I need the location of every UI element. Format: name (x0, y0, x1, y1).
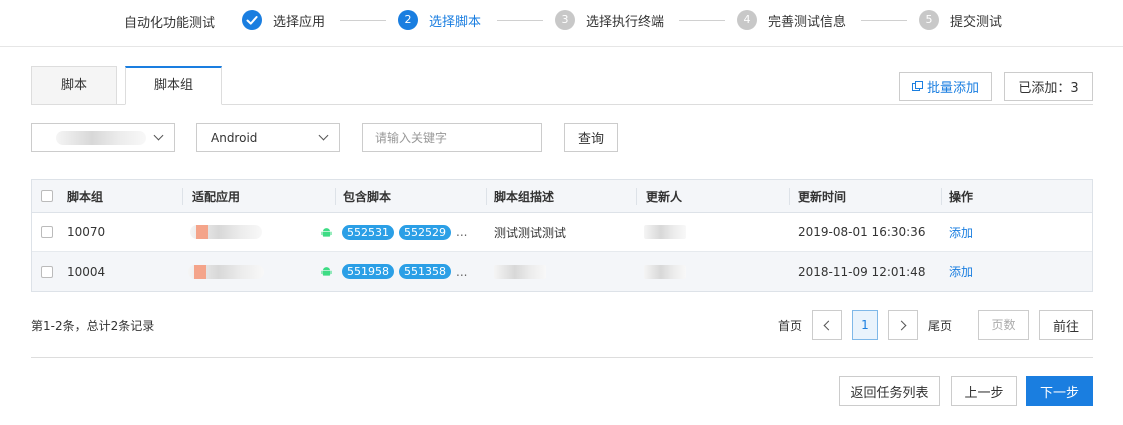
col-divider (486, 188, 487, 205)
chevron-right-icon (896, 320, 907, 330)
script-tag[interactable]: 552529 (399, 224, 451, 240)
keyword-input[interactable] (362, 123, 542, 152)
script-tag[interactable]: 551358 (399, 264, 451, 279)
platform-select[interactable]: Android (196, 123, 340, 152)
platform-select-value: Android (211, 130, 258, 145)
first-page-link[interactable]: 首页 (778, 317, 802, 334)
step-progress-bar: 自动化功能测试 选择应用 2 选择脚本 3 选择执行终端 4 完善测试信息 5 … (0, 0, 1123, 47)
script-group-table: 脚本组 适配应用 包含脚本 脚本组描述 更新人 更新时间 操作 10070 55… (31, 179, 1093, 292)
last-page-link[interactable]: 尾页 (928, 317, 952, 334)
table-header: 脚本组 适配应用 包含脚本 脚本组描述 更新人 更新时间 操作 (32, 180, 1092, 213)
tab-script[interactable]: 脚本 (31, 66, 117, 105)
back-to-task-list-button[interactable]: 返回任务列表 (839, 376, 940, 406)
blurred-updater (644, 264, 686, 279)
step-label: 选择执行终端 (586, 14, 665, 30)
step-label: 提交测试 (950, 14, 1003, 30)
row-checkbox[interactable] (41, 265, 53, 278)
blurred-app-name (56, 131, 146, 145)
cell-scripts: 552531 552529 ... (321, 213, 467, 251)
page-1-button[interactable]: 1 (852, 310, 878, 340)
step-number: 5 (919, 10, 939, 30)
step-number: 2 (398, 10, 418, 30)
step-complete-info: 4 完善测试信息 (737, 9, 846, 31)
table-row: 10004 551958 551358 ... 2018-11-09 12:01… (32, 252, 1092, 291)
chevron-down-icon (318, 130, 329, 141)
col-updater: 更新人 (646, 189, 683, 204)
batch-add-label: 批量添加 (926, 81, 979, 96)
step-label: 选择应用 (273, 14, 326, 30)
prev-step-button[interactable]: 上一步 (951, 376, 1017, 406)
step-connector (861, 20, 907, 21)
step-connector (497, 20, 543, 21)
next-page-button[interactable] (888, 310, 918, 340)
cell-group-id: 10004 (67, 264, 106, 279)
android-icon (321, 227, 332, 237)
step-connector (679, 20, 725, 21)
go-to-page-button[interactable]: 前往 (1039, 310, 1093, 340)
tab-script-group[interactable]: 脚本组 (125, 66, 222, 105)
cell-description: 测试测试测试 (494, 225, 567, 240)
next-step-button[interactable]: 下一步 (1026, 376, 1093, 406)
step-number: 4 (737, 10, 757, 30)
cell-update-time: 2019-08-01 16:30:36 (798, 225, 926, 239)
col-divider (636, 188, 637, 205)
copy-icon (911, 80, 923, 91)
col-app: 适配应用 (192, 189, 241, 204)
col-script-group: 脚本组 (67, 189, 104, 204)
col-scripts: 包含脚本 (343, 189, 392, 204)
more-scripts: ... (456, 225, 468, 239)
blurred-updater (644, 225, 686, 239)
add-link[interactable]: 添加 (949, 213, 973, 251)
cell-group-id: 10070 (67, 225, 106, 239)
script-tag[interactable]: 551958 (342, 264, 394, 279)
step-select-app: 选择应用 (242, 9, 325, 31)
step-submit: 5 提交测试 (919, 9, 1002, 31)
cell-scripts: 551958 551358 ... (321, 252, 467, 291)
select-all-checkbox[interactable] (41, 190, 53, 202)
blurred-description (494, 264, 546, 279)
page-number-input[interactable] (978, 310, 1029, 340)
page-title: 自动化功能测试 (124, 16, 216, 31)
table-row: 10070 552531 552529 ... 测试测试测试 2019-08-0… (32, 213, 1092, 252)
record-summary: 第1-2条，总计2条记录 (31, 319, 155, 333)
added-count-button[interactable]: 已添加：3 (1004, 72, 1093, 101)
col-description: 脚本组描述 (494, 189, 555, 204)
cell-update-time: 2018-11-09 12:01:48 (798, 264, 926, 279)
step-select-terminal: 3 选择执行终端 (555, 9, 664, 31)
prev-page-button[interactable] (812, 310, 842, 340)
col-update-time: 更新时间 (798, 189, 847, 204)
col-actions: 操作 (949, 189, 974, 204)
query-button[interactable]: 查询 (564, 123, 618, 152)
row-checkbox[interactable] (41, 226, 53, 238)
batch-add-button[interactable]: 批量添加 (899, 72, 992, 101)
col-divider (941, 188, 942, 205)
divider (31, 357, 1093, 358)
chevron-down-icon (153, 130, 164, 141)
check-icon (242, 10, 262, 30)
step-connector (340, 20, 386, 21)
step-label: 完善测试信息 (768, 14, 847, 30)
step-label: 选择脚本 (429, 14, 482, 30)
more-scripts: ... (456, 264, 468, 279)
step-select-script: 2 选择脚本 (398, 9, 481, 31)
script-tag[interactable]: 552531 (342, 224, 394, 240)
add-link[interactable]: 添加 (949, 252, 973, 291)
col-divider (335, 188, 336, 205)
android-icon (321, 267, 332, 276)
app-select[interactable] (31, 123, 175, 152)
blurred-app-cell (188, 264, 264, 279)
chevron-left-icon (823, 320, 834, 330)
col-divider (182, 188, 183, 205)
col-divider (789, 188, 790, 205)
step-number: 3 (555, 10, 575, 30)
blurred-app-cell (190, 225, 262, 239)
